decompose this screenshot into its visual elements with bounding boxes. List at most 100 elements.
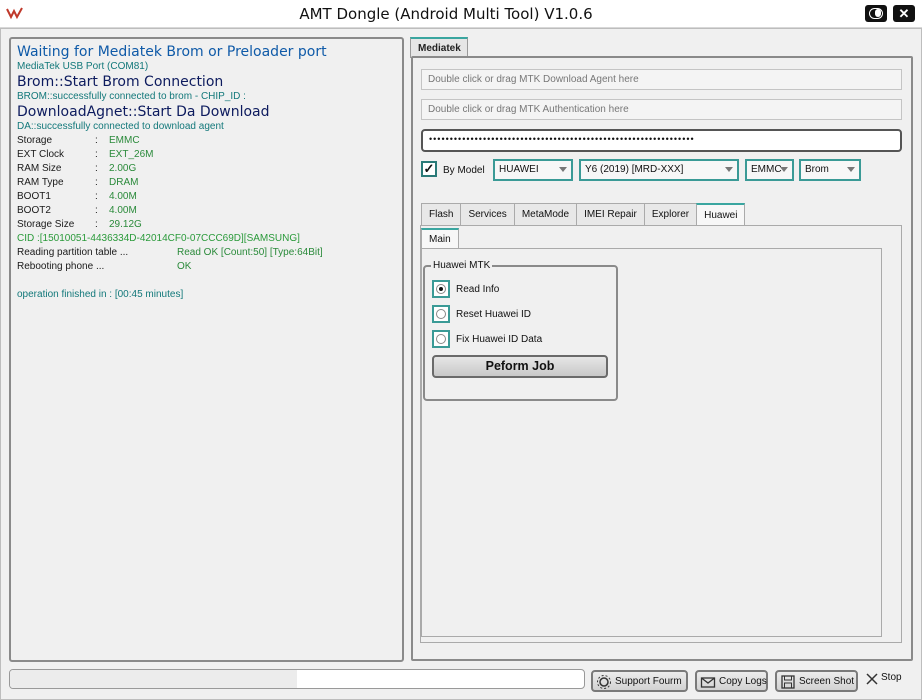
info-value: 2.00G <box>109 163 137 174</box>
screenshot-button[interactable]: Screen Shot <box>775 670 858 692</box>
storage-value: EMMC <box>751 164 782 175</box>
huawei-mtk-group-title: Huawei MTK <box>431 260 493 271</box>
info-sep: : <box>95 219 98 230</box>
info-key: Storage <box>17 135 53 146</box>
tab-explorer[interactable]: Explorer <box>643 203 698 225</box>
progress-bar <box>9 669 585 689</box>
contrast-icon <box>869 8 883 19</box>
info-sep: : <box>95 163 98 174</box>
screenshot-label: Screen Shot <box>799 676 855 687</box>
reboot-label: Rebooting phone ... <box>17 261 105 272</box>
gear-icon <box>597 675 611 689</box>
radio-selected-icon <box>436 284 446 294</box>
info-key: Storage Size <box>17 219 75 230</box>
tab-main[interactable]: Main <box>421 228 459 248</box>
log-partition-row: Reading partition table ... Read OK [Coun… <box>17 246 396 260</box>
info-key: EXT Clock <box>17 149 65 160</box>
radio-empty-icon <box>436 309 446 319</box>
reset-huawei-id-label[interactable]: Reset Huawei ID <box>456 309 531 320</box>
info-value: 4.00M <box>109 205 137 216</box>
model-select[interactable]: Y6 (2019) [MRD-XXX] <box>579 159 739 181</box>
chevron-down-icon <box>780 167 788 172</box>
copy-logs-label: Copy Logs <box>719 676 767 687</box>
tab-huawei[interactable]: Huawei <box>696 203 746 225</box>
log-brom-start: Brom::Start Brom Connection <box>17 74 224 90</box>
stop-button[interactable]: Stop <box>865 672 902 685</box>
log-info-row: BOOT1:4.00M <box>17 190 396 204</box>
save-icon <box>781 675 795 689</box>
log-reboot-row: Rebooting phone ... OK <box>17 260 396 274</box>
mode-value: Brom <box>805 164 829 175</box>
subtab-bar: Flash Services MetaMode IMEI Repair Expl… <box>421 203 746 225</box>
fix-huawei-id-label[interactable]: Fix Huawei ID Data <box>456 334 542 345</box>
theme-toggle-button[interactable] <box>865 5 887 22</box>
chevron-down-icon <box>847 167 855 172</box>
stop-label: Stop <box>881 672 902 683</box>
info-sep: : <box>95 191 98 202</box>
info-value: 29.12G <box>109 219 142 230</box>
info-value: EMMC <box>109 135 140 146</box>
log-panel: Waiting for Mediatek Brom or Preloader p… <box>9 37 404 662</box>
partition-value: Read OK [Count:50] [Type:64Bit] <box>177 247 323 258</box>
tab-mediatek[interactable]: Mediatek <box>410 37 468 58</box>
read-info-radio[interactable] <box>432 280 450 298</box>
info-sep: : <box>95 149 98 160</box>
chevron-down-icon <box>725 167 733 172</box>
by-model-checkbox[interactable]: ✓ <box>421 161 437 177</box>
tab-imei-repair[interactable]: IMEI Repair <box>576 203 645 225</box>
fix-huawei-id-radio[interactable] <box>432 330 450 348</box>
log-spacer <box>17 274 396 288</box>
perform-job-button[interactable]: Peform Job <box>432 355 608 378</box>
read-info-label[interactable]: Read Info <box>456 284 499 295</box>
info-value: EXT_26M <box>109 149 154 160</box>
info-value: 4.00M <box>109 191 137 202</box>
title-bar: AMT Dongle (Android Multi Tool) V1.0.6 ✕ <box>0 0 922 28</box>
info-key: RAM Size <box>17 163 62 174</box>
copy-logs-button[interactable]: Copy Logs <box>695 670 768 692</box>
close-button[interactable]: ✕ <box>893 5 915 22</box>
huawei-mtk-group <box>423 265 618 401</box>
log-cid: CID :[15010051-4436334D-42014CF0-07CCC69… <box>17 233 300 244</box>
password-field[interactable]: ••••••••••••••••••••••••••••••••••••••••… <box>421 129 902 152</box>
log-info-row: RAM Size:2.00G <box>17 162 396 176</box>
info-sep: : <box>95 205 98 216</box>
log-da-start: DownloadAgnet::Start Da Download <box>17 104 270 120</box>
by-model-label: By Model <box>443 165 485 176</box>
support-forum-button[interactable]: Support Fourm <box>591 670 688 692</box>
info-value: DRAM <box>109 177 139 188</box>
progress-fill <box>10 670 297 688</box>
window-title: AMT Dongle (Android Multi Tool) V1.0.6 <box>299 5 593 23</box>
log-brom-ok: BROM::successfully connected to brom - C… <box>17 91 246 102</box>
tab-flash[interactable]: Flash <box>421 203 462 225</box>
info-sep: : <box>95 135 98 146</box>
model-value: Y6 (2019) [MRD-XXX] <box>585 164 684 175</box>
brand-select[interactable]: HUAWEI <box>493 159 573 181</box>
chevron-down-icon <box>559 167 567 172</box>
authentication-field[interactable]: Double click or drag MTK Authentication … <box>421 99 902 120</box>
tab-metamode[interactable]: MetaMode <box>513 203 578 225</box>
log-info-row: EXT Clock: EXT_26M <box>17 148 396 162</box>
stop-x-icon <box>866 673 878 685</box>
log-info-row: RAM Type: DRAM <box>17 176 396 190</box>
info-key: RAM Type <box>17 177 64 188</box>
log-info-row: BOOT2:4.00M <box>17 204 396 218</box>
mail-icon <box>700 677 716 688</box>
log-header: Waiting for Mediatek Brom or Preloader p… <box>17 44 327 60</box>
mode-select[interactable]: Brom <box>799 159 861 181</box>
log-usb-port: MediaTek USB Port (COM81) <box>17 61 149 72</box>
reboot-value: OK <box>177 261 192 272</box>
partition-label: Reading partition table ... <box>17 247 129 258</box>
log-info-row: Storage: EMMC <box>17 134 396 148</box>
log-info-row: Storage Size:29.12G <box>17 218 396 232</box>
support-forum-label: Support Fourm <box>615 676 682 687</box>
log-da-ok: DA::successfully connected to download a… <box>17 121 224 132</box>
tab-services[interactable]: Services <box>460 203 515 225</box>
info-key: BOOT1 <box>17 191 51 202</box>
brand-value: HUAWEI <box>499 164 539 175</box>
reset-huawei-id-radio[interactable] <box>432 305 450 323</box>
info-key: BOOT2 <box>17 205 51 216</box>
log-finished: operation finished in : [00:45 minutes] <box>17 289 184 300</box>
download-agent-field[interactable]: Double click or drag MTK Download Agent … <box>421 69 902 90</box>
storage-select[interactable]: EMMC <box>745 159 794 181</box>
radio-empty-icon <box>436 334 446 344</box>
